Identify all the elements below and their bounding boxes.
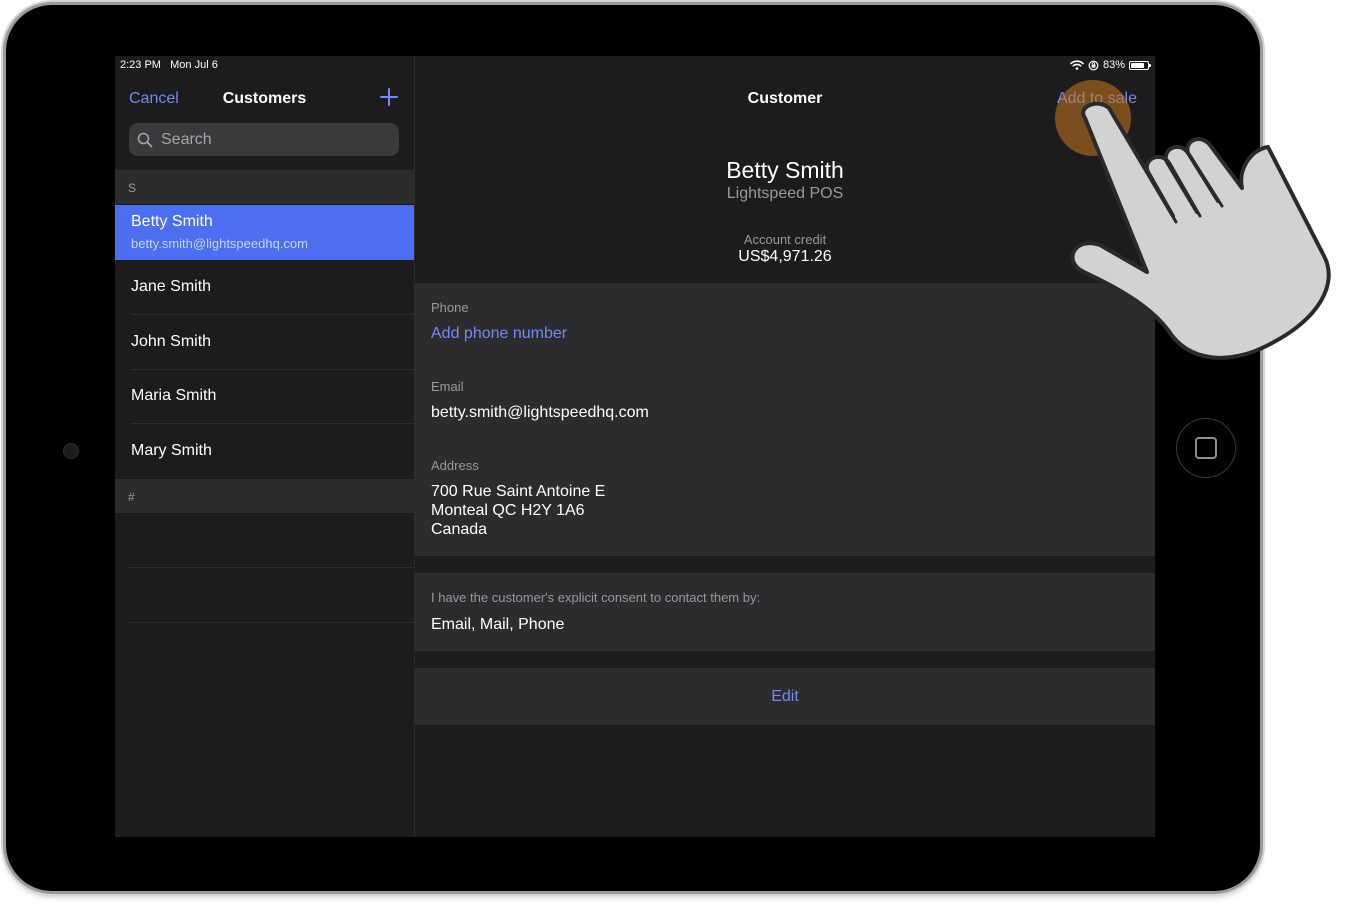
empty-row-divider — [127, 567, 414, 568]
status-time: 2:23 PM — [120, 59, 161, 71]
address-line-1: 700 Rue Saint Antoine E — [431, 483, 606, 500]
add-phone-number-link[interactable]: Add phone number — [431, 324, 567, 343]
home-button[interactable] — [1176, 418, 1236, 478]
section-header-s: S — [115, 170, 414, 204]
customer-row-betty-smith[interactable]: Betty Smith betty.smith@lightspeedhq.com — [115, 205, 414, 260]
customer-company: Lightspeed POS — [726, 185, 844, 202]
customer-full-name: Betty Smith — [726, 157, 844, 183]
email-value: betty.smith@lightspeedhq.com — [431, 404, 649, 421]
consent-card: I have the customer's explicit consent t… — [415, 573, 1155, 651]
edit-card: Edit — [415, 668, 1155, 725]
customer-name: Maria Smith — [131, 387, 217, 404]
customer-name: Mary Smith — [131, 442, 212, 459]
contact-info-card: Phone Add phone number Email betty.smith… — [415, 283, 1155, 556]
status-indicators: 83% — [1070, 59, 1151, 71]
customer-email: betty.smith@lightspeedhq.com — [131, 236, 308, 251]
customers-title-text: Customers — [222, 90, 307, 107]
account-credit-value: US$4,971.26 — [738, 248, 832, 265]
consent-label: I have the customer's explicit consent t… — [431, 590, 761, 605]
customer-row-john-smith[interactable]: John Smith — [115, 315, 414, 370]
status-date: Mon Jul 6 — [170, 59, 218, 71]
customer-name: Betty Smith — [131, 213, 213, 230]
wifi-icon — [1070, 60, 1084, 70]
search-bar[interactable] — [129, 123, 399, 156]
customer-list-pane: Cancel Customers S Betty Smith betty.smi… — [115, 56, 415, 837]
phone-label: Phone — [431, 300, 469, 315]
email-label: Email — [431, 379, 464, 394]
address-value: 700 Rue Saint Antoine E Monteal QC H2Y 1… — [431, 482, 605, 539]
search-input[interactable] — [159, 129, 393, 150]
home-button-icon — [1195, 437, 1217, 459]
section-header-hash: # — [115, 479, 414, 513]
customer-row-mary-smith[interactable]: Mary Smith — [115, 424, 414, 479]
account-credit-label: Account credit — [743, 232, 827, 247]
battery-icon — [1129, 60, 1151, 70]
address-label: Address — [431, 458, 479, 473]
add-to-sale-button[interactable]: Add to sale — [1057, 90, 1137, 108]
edit-button[interactable]: Edit — [415, 688, 1155, 706]
empty-row-divider — [127, 622, 414, 623]
add-customer-icon[interactable] — [378, 86, 400, 108]
address-line-2: Monteal QC H2Y 1A6 — [431, 502, 585, 519]
customer-name: John Smith — [131, 333, 212, 350]
search-icon — [137, 132, 153, 147]
customers-title: Customers — [115, 90, 414, 108]
customer-name: Jane Smith — [131, 278, 212, 295]
status-bar: 2:23 PM Mon Jul 6 83% — [115, 56, 1155, 76]
address-line-3: Canada — [431, 521, 488, 538]
customer-row-maria-smith[interactable]: Maria Smith — [115, 369, 414, 424]
front-camera — [63, 443, 79, 459]
customer-detail-pane: Customer Add to sale Betty Smith Lightsp… — [415, 56, 1155, 837]
orientation-lock-icon — [1088, 60, 1099, 70]
battery-fill — [1131, 62, 1145, 68]
consent-value: Email, Mail, Phone — [431, 616, 565, 633]
status-time-date: 2:23 PM Mon Jul 6 — [120, 59, 218, 71]
customer-row-jane-smith[interactable]: Jane Smith — [115, 260, 414, 315]
screen: 2:23 PM Mon Jul 6 83% Cancel Customers S… — [115, 56, 1155, 837]
customer-list-nav-bar: Cancel Customers — [115, 84, 414, 114]
customer-detail-title: Customer — [747, 90, 823, 107]
battery-percent: 83% — [1102, 59, 1125, 71]
